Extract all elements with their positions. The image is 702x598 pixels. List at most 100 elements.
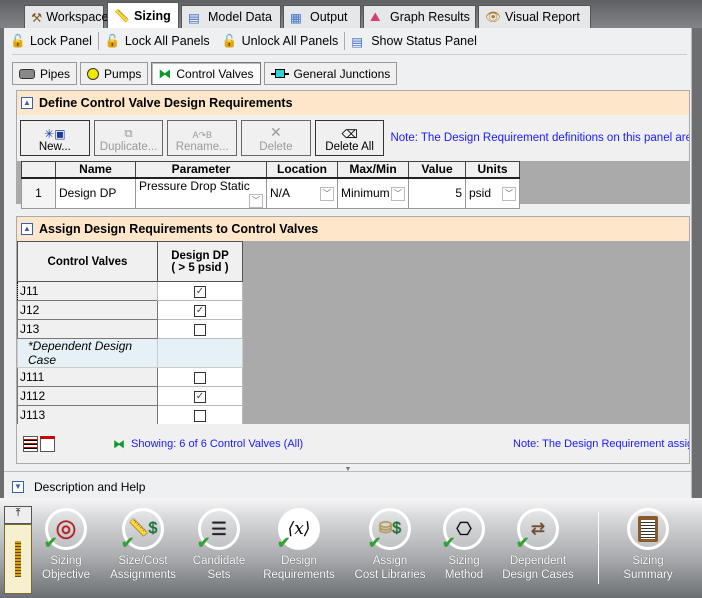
location-select[interactable]: N/A ﹀ — [266, 177, 338, 209]
panel-toolbar: 🔓 Lock Panel 🔓 Lock All Panels 🔓 Unlock All… — [4, 28, 692, 54]
database-dollar-icon: ⛁$ — [378, 520, 402, 537]
checkbox-checked[interactable]: ✓ — [194, 304, 206, 317]
ruler-dollar-icon: 📏$ — [128, 520, 158, 537]
tab-visual-report[interactable]: 👁 Visual Report — [478, 5, 591, 28]
checkbox-unchecked[interactable] — [194, 409, 206, 422]
maxmin-select[interactable]: Minimum ﹀ — [337, 177, 409, 209]
subtab-general-junctions[interactable]: General Junctions — [263, 62, 398, 85]
col-header-parameter: Parameter — [135, 161, 267, 179]
col-header-maxmin: Max/Min — [337, 161, 409, 179]
tool-sizing-objective[interactable]: ◎ ✔ Sizing Objective — [26, 508, 106, 582]
sizing-navigator: ⤒ ◎ ✔ Sizing Objective 📏$ ✔ Size/Cost Assignme… — [0, 498, 702, 598]
tool-size-cost-assignments[interactable]: 📏$ ✔ Size/Cost Assignments — [103, 508, 183, 582]
checkbox-unchecked[interactable] — [194, 323, 206, 336]
value-input[interactable]: 5 — [408, 177, 466, 209]
delete-all-button[interactable]: ⌫ Delete All — [314, 120, 385, 156]
description-help-bar[interactable]: ▼ Description and Help — [4, 476, 692, 498]
notebook-icon: ▤ — [188, 11, 200, 25]
tool-design-requirements[interactable]: ⟨x⟩ ✔ Design Requirements — [259, 508, 339, 582]
expand-icon[interactable]: ▼ — [12, 481, 24, 493]
requirement-buttons: ✳▣ New... ⧉ Duplicate... A↷B Rename... ✕ Del… — [17, 115, 689, 161]
divider — [12, 54, 687, 55]
splitter-handle[interactable]: ▼ — [4, 466, 692, 473]
tab-output[interactable]: ▦ Output — [283, 5, 361, 28]
expand-all-icon[interactable] — [23, 435, 38, 452]
new-button[interactable]: ✳▣ New... — [20, 120, 90, 156]
panel-header: ▲ Define Control Valve Design Requirement… — [17, 91, 689, 115]
requirements-table: Name Parameter Location Max/Min Value Un… — [21, 161, 520, 209]
pump-icon — [87, 67, 100, 80]
lock-panel-button[interactable]: 🔓 Lock Panel — [4, 30, 98, 52]
col-header-location: Location — [266, 161, 338, 179]
collapse-icon[interactable]: ▲ — [21, 223, 33, 235]
tab-graph-results[interactable]: ⛰ Graph Results — [363, 5, 476, 28]
tab-bar: ⚒ Workspace 📏 Sizing ▤ Model Data ▦ Output ⛰… — [0, 0, 702, 28]
tab-sizing[interactable]: 📏 Sizing — [107, 2, 179, 28]
check-icon: ✔ — [121, 535, 135, 552]
table-row: J111 — [17, 367, 243, 387]
checkbox-unchecked[interactable] — [194, 371, 206, 384]
units-select[interactable]: psid ﹀ — [465, 177, 520, 209]
table-icon: ▦ — [290, 11, 302, 25]
rename-icon: A↷B — [192, 130, 212, 140]
showing-count: Showing: 6 of 6 Control Valves (All) — [131, 437, 304, 450]
unlock-all-panels-button[interactable]: 🔓 Unlock All Panels — [216, 30, 345, 52]
tool-sizing-method[interactable]: ⎔ ✔ Sizing Method — [424, 508, 504, 582]
unlocks-icon: 🔓 — [221, 34, 238, 48]
subtab-pumps[interactable]: Pumps — [80, 62, 149, 85]
tool-sizing-summary[interactable]: Sizing Summary — [608, 508, 688, 582]
ruler-icon: 📏 — [114, 8, 130, 23]
col-header-control-valves: Control Valves — [17, 241, 158, 282]
new-icon: ✳▣ — [44, 127, 66, 141]
tab-workspace[interactable]: ⚒ Workspace — [24, 5, 109, 28]
delete-button[interactable]: ✕ Delete — [241, 120, 311, 156]
lock-all-panels-button[interactable]: 🔓 Lock All Panels — [99, 30, 216, 52]
pipe-icon — [19, 68, 35, 79]
col-header-value: Value — [408, 161, 466, 179]
check-icon: ✔ — [44, 535, 58, 552]
assignment-table: Control Valves Design DP( > 5 psid ) J11… — [17, 241, 243, 425]
tool-dependent-design-cases[interactable]: ⇄ ✔ Dependent Design Cases — [498, 508, 578, 582]
table-row: J12 ✓ — [17, 300, 243, 320]
col-header-num — [21, 161, 56, 179]
clipboard-icon — [638, 516, 658, 542]
chevron-down-icon[interactable]: ﹀ — [391, 186, 405, 201]
show-status-panel-button[interactable]: ▤ Show Status Panel — [345, 30, 483, 52]
subtab-control-valves[interactable]: ⧓ Control Valves — [151, 62, 261, 85]
parameter-select[interactable]: Pressure Drop Static ﹀ — [135, 177, 267, 209]
target-icon: ◎ — [55, 515, 77, 542]
delete-icon: ✕ — [270, 124, 282, 140]
collapse-all-icon[interactable] — [40, 435, 55, 452]
tab-model-data[interactable]: ▤ Model Data — [181, 5, 281, 28]
object-type-tabs: Pipes Pumps ⧓ Control Valves General Junc… — [12, 62, 398, 85]
status-panel-icon: ▤ — [351, 35, 364, 49]
assign-note: Note: The Design Requirement assig — [513, 437, 689, 450]
checkbox-checked[interactable]: ✓ — [194, 285, 206, 298]
table-row: J11 ✓ — [17, 281, 243, 301]
check-icon: ✔ — [442, 535, 456, 552]
tool-candidate-sets[interactable]: ☰ ✔ Candidate Sets — [179, 508, 259, 582]
panel-header: ▲ Assign Design Requirements to Control V… — [17, 217, 689, 241]
separator — [598, 512, 599, 584]
tool-assign-cost-libraries[interactable]: ⛁$ ✔ Assign Cost Libraries — [350, 508, 430, 582]
rename-button[interactable]: A↷B Rename... — [167, 120, 238, 156]
table-row: J112 ✓ — [17, 386, 243, 406]
table-row: J13 — [17, 319, 243, 339]
row-number: 1 — [21, 177, 56, 209]
flowchart-icon: ⎔ — [456, 519, 472, 539]
name-cell[interactable]: Design DP — [55, 177, 136, 209]
check-icon: ✔ — [368, 535, 382, 552]
checkbox-checked[interactable]: ✓ — [194, 390, 206, 403]
chevron-down-icon[interactable]: ﹀ — [320, 186, 334, 201]
subtab-pipes[interactable]: Pipes — [12, 62, 78, 85]
collapse-icon[interactable]: ▲ — [21, 97, 33, 109]
eraser-icon: ⌫ — [341, 129, 358, 141]
graph-icon: ⛰ — [370, 10, 381, 24]
lock-icon: 🔓 — [10, 34, 26, 48]
clipboards-cycle-icon: ⇄ — [530, 519, 546, 538]
locks-icon: 🔓 — [104, 34, 121, 48]
table-row: J113 — [17, 405, 243, 425]
chevron-down-icon[interactable]: ﹀ — [249, 193, 263, 208]
chevron-down-icon[interactable]: ﹀ — [502, 186, 516, 201]
duplicate-button[interactable]: ⧉ Duplicate... — [93, 120, 164, 156]
